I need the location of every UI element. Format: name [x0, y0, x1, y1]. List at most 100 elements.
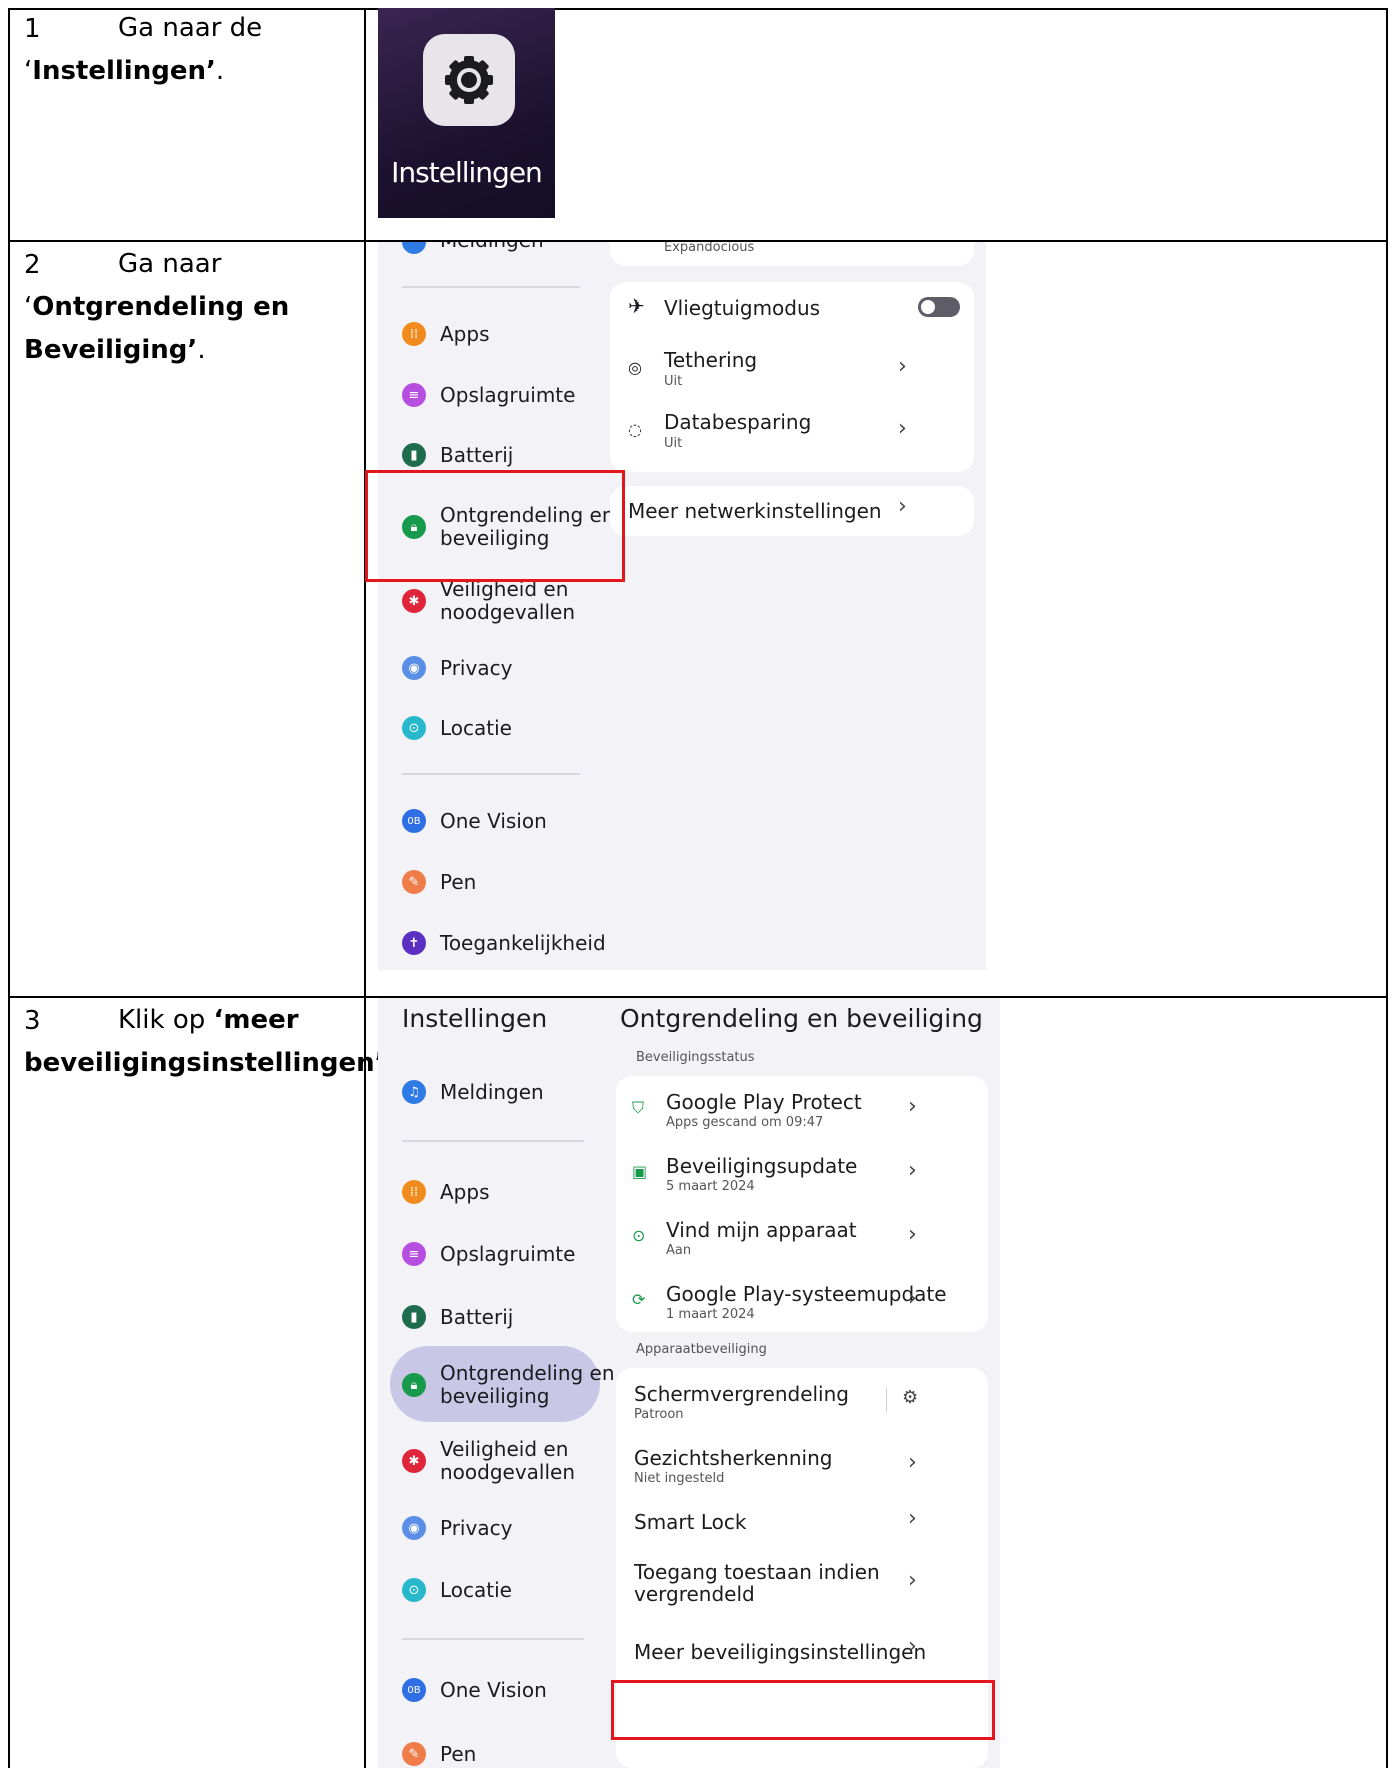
sidebar-item-notifications[interactable]: ♫ Meldingen — [402, 1080, 544, 1104]
highlight-box — [365, 470, 625, 582]
hotspot-icon: ◎ — [628, 358, 642, 377]
airplane-toggle[interactable] — [918, 297, 960, 317]
sidebar-item-emergency[interactable]: ✱ Veiligheid en noodgevallen — [402, 1438, 575, 1484]
sidebar-item-battery[interactable]: ▮ Batterij — [402, 443, 513, 467]
sidebar-item-emergency[interactable]: ✱ Veiligheid en noodgevallen — [402, 578, 575, 624]
google-play-protect-row[interactable]: ⛉ Google Play Protect Apps gescand om 09… — [616, 1076, 988, 1140]
row-subtitle: Patroon — [634, 1407, 684, 1422]
sidebar-item-label: Veiligheid en noodgevallen — [440, 578, 575, 624]
sidebar-item-label: Batterij — [440, 443, 514, 467]
accessibility-icon: ✝ — [402, 931, 426, 955]
step-instruction-line: ‘Instellingen’. — [24, 50, 224, 93]
sidebar-divider — [402, 773, 580, 775]
row-title: Google Play Protect — [666, 1090, 862, 1114]
sidebar-item-label: Privacy — [440, 1516, 513, 1540]
sidebar-item-privacy[interactable]: ◉ Privacy — [402, 656, 512, 680]
gear-icon[interactable]: ⚙ — [902, 1387, 918, 1408]
more-security-settings-row[interactable]: Meer beveiligingsinstellingen › — [616, 1624, 988, 1680]
row-subtitle: Uit — [664, 436, 683, 451]
sidebar-item-privacy[interactable]: ◉ Privacy — [402, 1516, 512, 1540]
emergency-icon: ✱ — [402, 589, 426, 613]
sidebar-item-label: One Vision — [440, 809, 547, 833]
step-instruction-line: Beveiliging’. — [24, 329, 206, 372]
shield-check-icon: ⛉ — [632, 1098, 645, 1117]
chevron-right-icon: › — [908, 1634, 917, 1659]
row-title: Tethering — [664, 348, 758, 372]
step-number: 1 — [24, 14, 41, 44]
sidebar-item-partial — [402, 242, 426, 254]
sidebar-divider — [402, 286, 580, 288]
step-instruction: Ga naar de — [118, 13, 263, 43]
sidebar-item-label: One Vision — [440, 1678, 547, 1702]
face-recognition-row[interactable]: Gezichtsherkenning Niet ingesteld › — [616, 1432, 988, 1496]
sidebar-item-label: Apps — [440, 1180, 490, 1204]
tethering-row[interactable]: ◎ Tethering Uit › — [610, 338, 974, 400]
row-title: vergrendeld — [634, 1582, 755, 1606]
settings-screenshot-network: Meldingen Expandocious ⁞⁞ Apps ≡ Opslagrui… — [378, 242, 986, 970]
sidebar-item-apps[interactable]: ⁞⁞ Apps — [402, 322, 490, 346]
sidebar-item-pen[interactable]: ✎ Pen — [402, 870, 476, 894]
sidebar-item-label: Toegankelijkheid — [440, 931, 606, 955]
update-icon: ▣ — [632, 1162, 648, 1181]
screen-lock-row[interactable]: Schermvergrendeling Patroon ⚙ — [616, 1368, 988, 1432]
label-line: noodgevallen — [440, 600, 576, 624]
step-instruction-line: beveiligingsinstellingen’. — [24, 1042, 393, 1085]
sidebar-item-one-vision[interactable]: 0B One Vision — [402, 809, 547, 833]
partial-card: Expandocious — [610, 242, 974, 266]
row-title: Vliegtuigmodus — [664, 296, 821, 320]
row-title: Gezichtsherkenning — [634, 1446, 833, 1470]
play-system-update-row[interactable]: ⟳ Google Play-systeemupdate 1 maart 2024… — [616, 1268, 988, 1332]
sidebar-item-battery[interactable]: ▮ Batterij — [402, 1305, 513, 1329]
step-number: 2 — [24, 250, 41, 280]
step-keyword: Beveiliging — [24, 335, 188, 365]
row-title: Google Play-systeemupdate — [666, 1282, 947, 1306]
security-status-card: ⛉ Google Play Protect Apps gescand om 09… — [616, 1076, 988, 1332]
data-saver-row[interactable]: ◌ Databesparing Uit › — [610, 400, 974, 462]
sidebar-item-label: Ontgrendeling en beveiliging — [440, 1362, 615, 1408]
table-border-right — [1386, 8, 1388, 1768]
sidebar-item-label: Privacy — [440, 656, 513, 680]
settings-app-icon[interactable] — [423, 34, 515, 126]
sidebar-item-security[interactable]: 🔒︎ Ontgrendeling en beveiliging — [402, 1362, 615, 1408]
row-title: Toegang toestaan indien — [634, 1560, 880, 1584]
sidebar-item-one-vision[interactable]: 0B One Vision — [402, 1678, 547, 1702]
find-device-row[interactable]: ⊙ Vind mijn apparaat Aan › — [616, 1204, 988, 1268]
sidebar-item-location[interactable]: ⊙ Locatie — [402, 1578, 512, 1602]
airplane-mode-row[interactable]: ✈ Vliegtuigmodus — [610, 282, 974, 334]
label-line: Veiligheid en — [440, 1437, 569, 1461]
sidebar-item-storage[interactable]: ≡ Opslagruimte — [402, 383, 575, 407]
table-border-left — [8, 8, 10, 1768]
sidebar-item-storage[interactable]: ≡ Opslagruimte — [402, 1242, 575, 1266]
step-keyword: beveiligingsinstellingen — [24, 1048, 375, 1078]
lock-icon: 🔒︎ — [402, 1373, 426, 1397]
chevron-right-icon: › — [908, 1158, 917, 1183]
chevron-right-icon: › — [898, 494, 907, 519]
sidebar-item-label: Meldingen — [440, 1080, 544, 1104]
sidebar-item-label: Opslagruimte — [440, 1242, 576, 1266]
storage-icon: ≡ — [402, 383, 426, 407]
sidebar-item-label: Apps — [440, 322, 490, 346]
sidebar-item-accessibility[interactable]: ✝ Toegankelijkheid — [402, 931, 606, 955]
data-saver-icon: ◌ — [628, 420, 642, 439]
sidebar-item-apps[interactable]: ⁞⁞ Apps — [402, 1180, 490, 1204]
privacy-icon: ◉ — [402, 656, 426, 680]
step-keyword: Ontgrendeling en — [32, 292, 290, 322]
find-device-icon: ⊙ — [632, 1226, 646, 1245]
more-network-settings-row[interactable]: Meer netwerkinstellingen › — [610, 486, 974, 536]
punctuation: . — [197, 335, 206, 365]
battery-icon: ▮ — [402, 1305, 426, 1329]
smart-lock-row[interactable]: Smart Lock › — [616, 1496, 988, 1552]
row-title: Databesparing — [664, 410, 812, 434]
apps-icon: ⁞⁞ — [402, 1180, 426, 1204]
step-keyword: ‘meer — [213, 1005, 299, 1035]
row-subtitle: Aan — [666, 1243, 692, 1258]
highlight-box — [611, 1680, 995, 1740]
security-update-row[interactable]: ▣ Beveiligingsupdate 5 maart 2024 › — [616, 1140, 988, 1204]
sidebar-item-pen[interactable]: ✎ Pen — [402, 1742, 476, 1766]
chevron-right-icon: › — [898, 354, 907, 379]
pen-icon: ✎ — [402, 870, 426, 894]
allow-access-locked-row[interactable]: Toegang toestaan indien vergrendeld › — [616, 1552, 988, 1622]
chevron-right-icon: › — [908, 1450, 917, 1475]
sidebar-item-label: Batterij — [440, 1305, 514, 1329]
sidebar-item-location[interactable]: ⊙ Locatie — [402, 716, 512, 740]
